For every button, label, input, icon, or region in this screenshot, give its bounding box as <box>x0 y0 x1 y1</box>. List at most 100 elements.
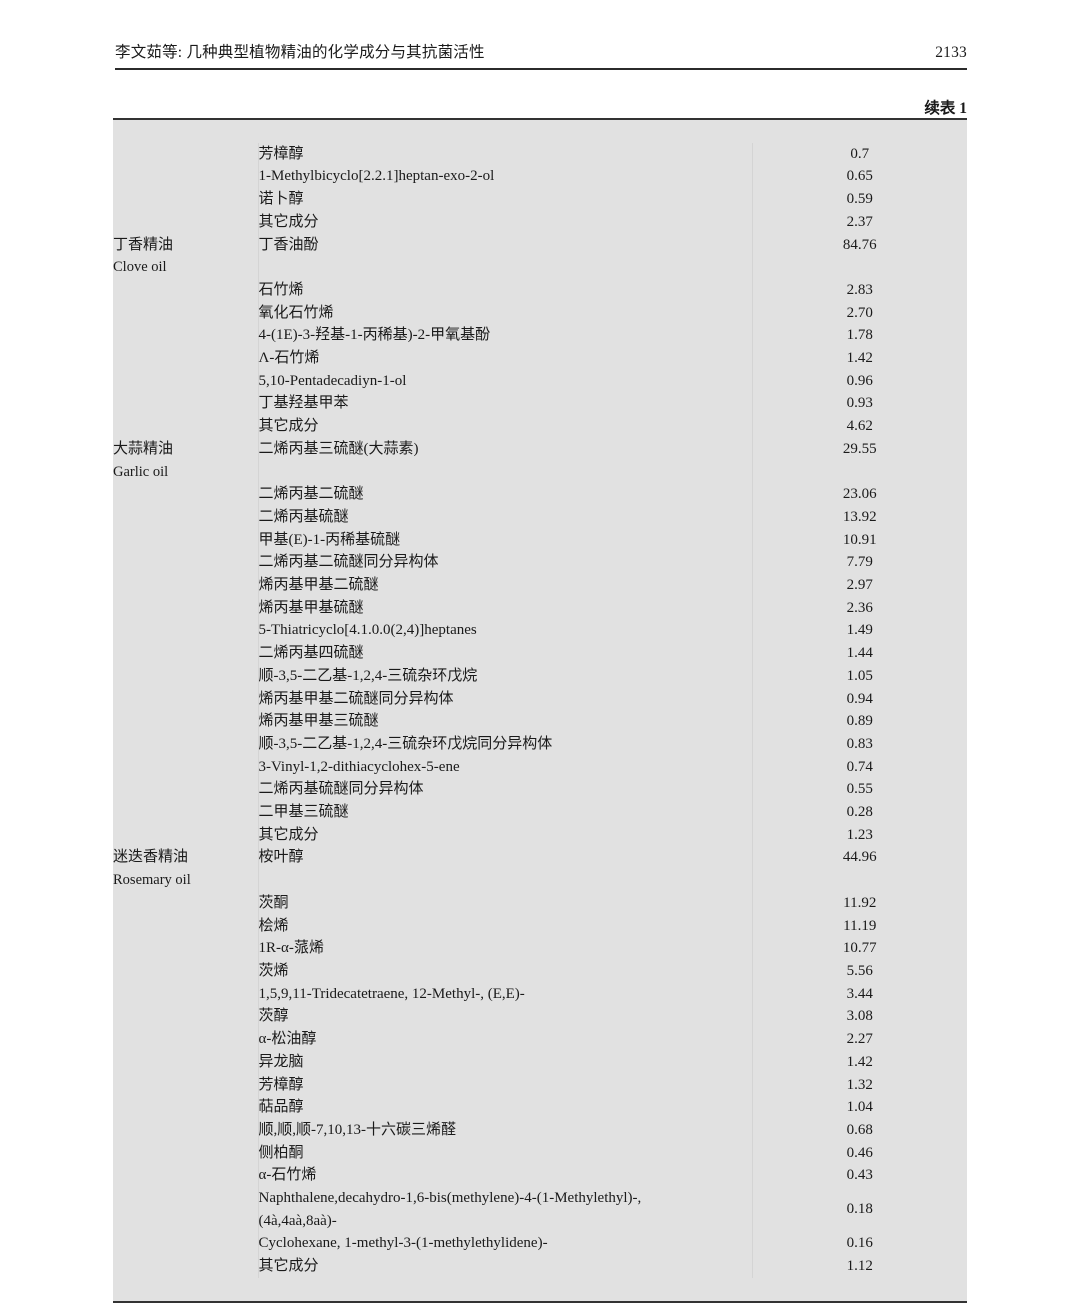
component-name-cell: 二烯丙基硫醚 <box>258 505 753 529</box>
component-name-cell: 茨醇 <box>258 1005 753 1029</box>
component-name-cell: 桧烯 <box>258 914 753 938</box>
oil-name-cell <box>113 165 259 189</box>
oil-name-cell <box>113 732 259 756</box>
oil-name-cell <box>113 142 259 166</box>
oil-name-cell <box>113 596 259 620</box>
relative-content-value: 11.19 <box>843 917 877 934</box>
oil-name-cell <box>113 505 259 529</box>
oil-name-cell <box>113 1005 259 1029</box>
relative-content-value: 0.55 <box>846 781 873 798</box>
component-name: 丁香油酚 <box>258 236 319 253</box>
relative-content-value: 0.96 <box>846 372 873 389</box>
table-row: 异龙脑 1.42 <box>113 1050 967 1074</box>
component-name: 桧烯 <box>258 917 289 934</box>
relative-content-value: 1.12 <box>846 1258 873 1275</box>
table-row: 烯丙基甲基二硫醚 2.97 <box>113 574 967 597</box>
component-name-cell: α-松油醇 <box>258 1028 753 1051</box>
oil-name-cn: 大蒜精油 <box>113 440 174 457</box>
relative-content-value: 1.49 <box>846 622 873 639</box>
component-name: 烯丙基甲基二硫醚同分异构体 <box>258 690 454 707</box>
component-name: 石竹烯 <box>258 281 304 298</box>
component-name-cell: 1R-α-蒎烯 <box>258 937 753 960</box>
oil-name-cn: 迷迭香精油 <box>113 849 189 866</box>
table-row: 顺,顺,顺-7,10,13-十六碳三烯醛 0.68 <box>113 1118 967 1142</box>
relative-content-value: 2.97 <box>846 577 873 594</box>
table-row: 丁基羟基甲苯 0.93 <box>113 392 967 416</box>
relative-content-value: 0.65 <box>846 168 873 185</box>
component-name-cell: 3-Vinyl-1,2-dithiacyclohex-5-ene <box>258 755 753 779</box>
oil-name-cell <box>113 369 259 393</box>
relative-content-value: 44.96 <box>842 849 877 866</box>
oil-name-cell <box>113 642 259 665</box>
component-name-cell: 顺,顺,顺-7,10,13-十六碳三烯醛 <box>258 1118 753 1142</box>
component-name: 芳樟醇 <box>258 1076 304 1093</box>
relative-content-value: 3.44 <box>846 985 873 1002</box>
relative-content-value: 0.43 <box>846 1167 873 1184</box>
oil-name-cell <box>113 324 259 348</box>
component-name: α-石竹烯 <box>258 1167 317 1184</box>
running-head-rule <box>115 68 967 70</box>
table-row: 丁香精油 Clove oil 丁香油酚 84.76 <box>113 233 967 279</box>
table-row: 芳樟醇 0.7 <box>113 142 967 166</box>
table-row: 1R-α-蒎烯 10.77 <box>113 937 967 960</box>
relative-content-value: 2.70 <box>846 304 873 321</box>
table-row: 4-(1E)-3-羟基-1-丙稀基)-2-甲氧基酚 1.78 <box>113 324 967 348</box>
relative-content-value: 0.93 <box>846 395 873 412</box>
component-name-cell: 甲基(E)-1-丙稀基硫醚 <box>258 528 753 552</box>
relative-content-value: 2.37 <box>846 213 873 230</box>
relative-content-value: 1.32 <box>846 1076 873 1093</box>
component-name: 二烯丙基二硫醚 <box>258 486 364 503</box>
relative-content-value: 1.05 <box>846 667 873 684</box>
oil-name-cell: 丁香精油 Clove oil <box>113 233 259 279</box>
table-row: Cyclohexane, 1-methyl-3-(1-methylethylid… <box>113 1232 967 1256</box>
component-name: 顺-3,5-二乙基-1,2,4-三硫杂环戊烷同分异构体 <box>258 735 553 752</box>
component-name: 其它成分 <box>258 826 319 843</box>
table-row: 侧柏酮 0.46 <box>113 1141 967 1165</box>
oil-name-cell <box>113 823 259 847</box>
relative-content-value: 0.7 <box>850 145 870 162</box>
table-continued-caption: 续表 1 <box>924 100 967 117</box>
running-head-title: 李文茹等: 几种典型植物精油的化学成分与其抗菌活性 <box>115 44 485 61</box>
component-name-cell: 氧化石竹烯 <box>258 301 753 325</box>
table-row: Naphthalene,decahydro-1,6-bis(methylene)… <box>113 1187 967 1233</box>
oil-name-cell <box>113 551 259 575</box>
oil-name-cell <box>113 664 259 688</box>
relative-content-value: 10.77 <box>842 940 877 957</box>
running-head: 李文茹等: 几种典型植物精油的化学成分与其抗菌活性 2133 <box>115 40 967 62</box>
table-row: 3-Vinyl-1,2-dithiacyclohex-5-ene 0.74 <box>113 755 967 779</box>
table-row: 萜品醇 1.04 <box>113 1096 967 1119</box>
relative-content-value: 5.56 <box>846 963 873 979</box>
relative-content-value: 2.83 <box>846 281 873 298</box>
component-name-cell: 二烯丙基二硫醚 <box>258 483 753 506</box>
table-row: 其它成分 1.23 <box>113 823 967 847</box>
table-row: α-松油醇 2.27 <box>113 1028 967 1051</box>
relative-content-value: 0.28 <box>846 804 873 821</box>
table-row: Λ-石竹烯 1.42 <box>113 347 967 370</box>
oil-name-cell <box>113 1232 259 1256</box>
table-row: 大蒜精油 Garlic oil 二烯丙基三硫醚(大蒜素) 29.55 <box>113 437 967 484</box>
component-name: 芳樟醇 <box>258 145 304 162</box>
component-name-cell: 烯丙基甲基二硫醚 <box>258 574 753 597</box>
component-name-cell: 茨烯 <box>258 960 753 983</box>
oil-name-cell <box>113 1255 259 1278</box>
component-name: 5,10-Pentadecadiyn-1-ol <box>258 372 407 389</box>
oil-name-cell <box>113 347 259 370</box>
component-name: α-松油醇 <box>258 1031 317 1048</box>
component-name: 4-(1E)-3-羟基-1-丙稀基)-2-甲氧基酚 <box>258 327 491 344</box>
component-name-cell: 丁香油酚 <box>258 233 753 279</box>
component-name-cell: 桉叶醇 <box>258 846 753 892</box>
component-name: 桉叶醇 <box>258 849 304 866</box>
table-row: 其它成分 4.62 <box>113 415 967 438</box>
component-name-cell: 烯丙基甲基二硫醚同分异构体 <box>258 687 753 711</box>
oil-name-cell <box>113 619 259 643</box>
component-name: 1-Methylbicyclo[2.2.1]heptan-exo-2-ol <box>258 168 495 185</box>
relative-content-value: 0.18 <box>846 1201 873 1218</box>
relative-content-value: 2.36 <box>846 599 873 616</box>
table-row: 二烯丙基二硫醚同分异构体 7.79 <box>113 551 967 575</box>
table-row: 其它成分 1.12 <box>113 1255 967 1278</box>
relative-content-value: 0.16 <box>846 1235 873 1252</box>
oil-name-cell <box>113 301 259 325</box>
table-spacer-cell <box>752 1278 967 1301</box>
oil-name-cell <box>113 188 259 211</box>
oil-name-en: Clove oil <box>113 259 167 276</box>
